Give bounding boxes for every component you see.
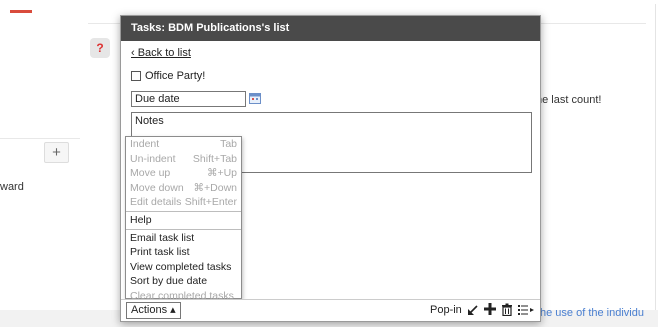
menu-item-label: Indent (130, 138, 160, 150)
menu-item-label: Email task list (130, 231, 195, 244)
menu-item-label: Move down (130, 181, 184, 194)
menu-item-edit-details: Edit details Shift+Enter (126, 195, 241, 210)
task-row: Office Party! (131, 70, 205, 82)
help-button[interactable]: ? (90, 38, 110, 58)
popin-button[interactable]: Pop-in (430, 304, 462, 316)
menu-item-shortcut: ⌘+Up (206, 167, 237, 180)
due-date-field[interactable]: Due date (131, 91, 246, 107)
background-link[interactable]: he use of the individu (540, 307, 656, 319)
tasks-header-title: Tasks: BDM Publications's list (121, 16, 540, 41)
menu-item-shortcut: Shift+Tab (192, 152, 237, 165)
menu-item-label: Help (130, 213, 152, 226)
menu-item-label: Move up (130, 167, 171, 180)
back-to-list-link[interactable]: ‹ Back to list (131, 47, 191, 59)
red-accent-bar (10, 10, 32, 13)
add-icon[interactable] (483, 302, 497, 316)
background-text-last-count: he last count! (536, 94, 602, 106)
menu-separator (126, 228, 241, 230)
menu-item-un-indent: Un-indent Shift+Tab (126, 152, 241, 167)
trash-icon[interactable] (501, 303, 513, 316)
menu-item-shortcut: ⌘+Down (193, 181, 237, 194)
calendar-icon[interactable] (249, 92, 261, 104)
menu-item-label: View completed tasks (130, 260, 232, 273)
menu-item-help[interactable]: Help (126, 213, 241, 228)
popin-arrow-icon[interactable] (467, 304, 479, 316)
menu-item-sort-by-due-date[interactable]: Sort by due date (126, 274, 241, 289)
menu-item-label: Un-indent (130, 152, 176, 165)
menu-item-print-task-list[interactable]: Print task list (126, 245, 241, 260)
task-checkbox[interactable] (131, 71, 141, 81)
menu-item-label: Edit details (130, 196, 182, 209)
menu-item-label: Sort by due date (130, 275, 208, 288)
menu-item-shortcut: Tab (220, 138, 237, 150)
actions-menu: Indent Tab Un-indent Shift+Tab Move up ⌘+Up Mo… (125, 136, 242, 302)
tasks-footer: Actions ▴ Pop-in (121, 299, 540, 321)
menu-item-move-up: Move up ⌘+Up (126, 166, 241, 181)
task-title[interactable]: Office Party! (145, 70, 205, 82)
menu-item-move-down: Move down ⌘+Down (126, 181, 241, 196)
menu-item-label: Print task list (130, 246, 190, 259)
add-button[interactable]: + (44, 142, 69, 163)
tasks-panel: Tasks: BDM Publications's list ‹ Back to… (120, 15, 541, 322)
menu-item-email-task-list[interactable]: Email task list (126, 231, 241, 246)
background-text-ward: ward (0, 181, 24, 193)
list-menu-icon[interactable] (518, 304, 534, 316)
menu-item-shortcut: Shift+Enter (184, 196, 237, 209)
menu-separator (126, 210, 241, 212)
menu-item-indent: Indent Tab (126, 137, 241, 152)
actions-button[interactable]: Actions ▴ (126, 302, 181, 319)
menu-item-view-completed-tasks[interactable]: View completed tasks (126, 260, 241, 275)
left-divider (0, 138, 80, 139)
